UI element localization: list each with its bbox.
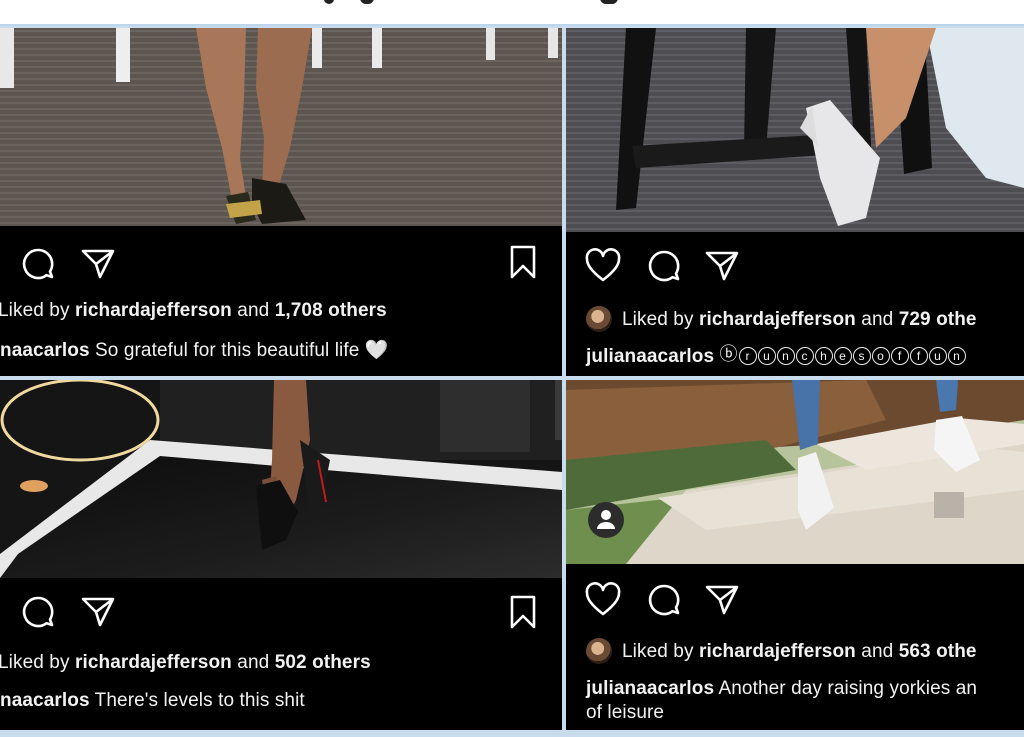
post-photo-1[interactable] xyxy=(0,28,562,226)
liked-and-label: and xyxy=(237,652,270,673)
caption-bubble-letter: c xyxy=(795,347,814,365)
send-icon[interactable] xyxy=(80,594,116,630)
caption-line-2: of leisure xyxy=(586,702,664,724)
caption-bubble-letter: r xyxy=(738,347,757,365)
post-card-4: Liked by richardajefferson and 563 othe … xyxy=(566,380,1024,730)
liked-and-label: and xyxy=(237,300,270,321)
post-photo-2[interactable] xyxy=(566,28,1024,232)
likes-line: Liked by richardajefferson and 729 othe xyxy=(622,309,977,331)
liked-by-label: Liked by xyxy=(0,652,70,673)
caption-text: Another day raising yorkies an xyxy=(718,678,978,699)
caption-bubble-letter: f xyxy=(909,347,928,365)
send-icon[interactable] xyxy=(80,246,116,282)
comment-icon[interactable] xyxy=(20,246,56,282)
liked-and-label: and xyxy=(861,309,894,330)
send-icon[interactable] xyxy=(704,582,740,618)
heart-icon[interactable] xyxy=(584,248,622,284)
caption-line: julianaacarlos Another day raising yorki… xyxy=(586,678,977,700)
caption-bubble-text: ⓑ r u n c h e s o f f u n xyxy=(719,344,967,367)
liked-by-username[interactable]: richardajefferson xyxy=(75,300,232,321)
liked-and-label: and xyxy=(861,641,894,662)
send-icon[interactable] xyxy=(704,248,740,284)
caption-bubble-letter: n xyxy=(947,347,966,365)
caption-line: naacarlos There's levels to this shit xyxy=(0,690,305,712)
status-bar xyxy=(0,0,1024,26)
post-card-2: Liked by richardajefferson and 729 othe … xyxy=(566,28,1024,376)
white-heart-emoji: 🤍 xyxy=(364,340,389,361)
caption-username[interactable]: julianaacarlos xyxy=(586,346,714,367)
post-actions-panel-1: Liked by richardajefferson and 1,708 oth… xyxy=(0,226,562,376)
liked-by-username[interactable]: richardajefferson xyxy=(699,309,856,330)
avatar[interactable] xyxy=(586,638,612,664)
post-actions-panel-3: Liked by richardajefferson and 502 other… xyxy=(0,578,562,730)
post-actions-panel-2: Liked by richardajefferson and 729 othe … xyxy=(566,232,1024,376)
caption-username[interactable]: naacarlos xyxy=(0,340,90,361)
caption-bubble-letter: u xyxy=(928,347,947,365)
caption-bubble-letter: ⓑ xyxy=(719,344,738,364)
caption-text: So grateful for this beautiful life xyxy=(95,340,360,361)
likes-count[interactable]: 563 othe xyxy=(899,641,977,662)
caption-text-continued: of leisure xyxy=(586,702,665,723)
likes-line: Liked by richardajefferson and 502 other… xyxy=(0,652,371,674)
likes-line: Liked by richardajefferson and 1,708 oth… xyxy=(0,300,387,322)
caption-line: julianaacarlos ⓑ r u n c h e s o f f u n xyxy=(586,344,967,368)
comment-icon[interactable] xyxy=(646,582,682,618)
liked-by-username[interactable]: richardajefferson xyxy=(699,641,856,662)
liked-by-label: Liked by xyxy=(0,300,70,321)
caption-line: naacarlos So grateful for this beautiful… xyxy=(0,338,389,362)
caption-bubble-letter: u xyxy=(757,347,776,365)
bookmark-icon[interactable] xyxy=(508,594,538,630)
post-actions-panel-4: Liked by richardajefferson and 563 othe … xyxy=(566,564,1024,730)
user-tag-icon[interactable] xyxy=(588,502,624,538)
comment-icon[interactable] xyxy=(20,594,56,630)
caption-bubble-letter: s xyxy=(852,347,871,365)
screen-bottom-edge xyxy=(0,730,1024,737)
post-card-3: Liked by richardajefferson and 502 other… xyxy=(0,380,562,730)
caption-bubble-letter: o xyxy=(871,347,890,365)
liked-by-label: Liked by xyxy=(622,309,694,330)
heart-icon[interactable] xyxy=(584,582,622,618)
likes-count[interactable]: 502 others xyxy=(275,652,371,673)
liked-by-username[interactable]: richardajefferson xyxy=(75,652,232,673)
caption-bubble-letter: n xyxy=(776,347,795,365)
caption-bubble-letter: f xyxy=(890,347,909,365)
caption-bubble-letter: h xyxy=(814,347,833,365)
bookmark-icon[interactable] xyxy=(508,244,538,280)
comment-icon[interactable] xyxy=(646,248,682,284)
liked-by-label: Liked by xyxy=(622,641,694,662)
caption-username[interactable]: naacarlos xyxy=(0,690,90,711)
caption-username[interactable]: julianaacarlos xyxy=(586,678,714,699)
post-card-1: Liked by richardajefferson and 1,708 oth… xyxy=(0,28,562,376)
post-photo-3[interactable] xyxy=(0,380,562,578)
caption-bubble-letter: e xyxy=(833,347,852,365)
avatar[interactable] xyxy=(586,306,612,332)
likes-count[interactable]: 1,708 others xyxy=(275,300,387,321)
likes-line: Liked by richardajefferson and 563 othe xyxy=(622,641,977,663)
caption-text: There's levels to this shit xyxy=(94,690,305,711)
post-photo-4[interactable] xyxy=(566,380,1024,564)
status-bar-clipped-text xyxy=(300,0,640,6)
likes-count[interactable]: 729 othe xyxy=(899,309,977,330)
